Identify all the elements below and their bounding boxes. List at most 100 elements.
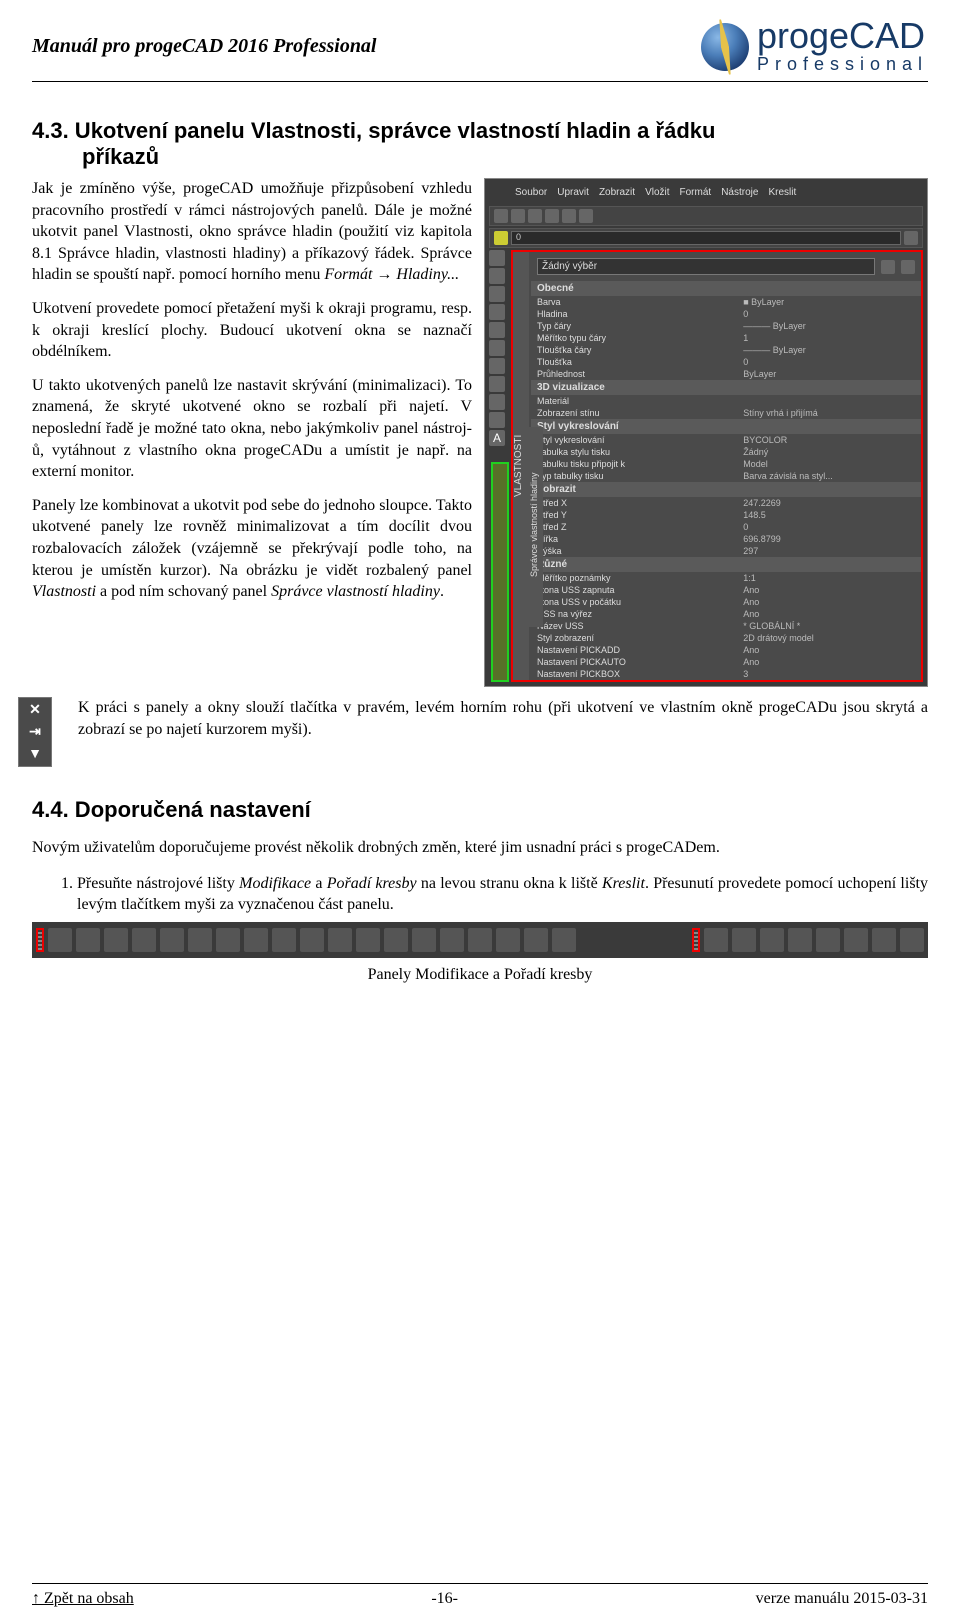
tb-icon[interactable] (76, 928, 100, 952)
page-header: Manuál pro progeCAD 2016 Professional pr… (32, 18, 928, 82)
prop-row[interactable]: Výška297 (531, 545, 921, 557)
tb-icon[interactable] (216, 928, 240, 952)
prop-btn-icon[interactable] (901, 260, 915, 274)
tb-icon[interactable] (732, 928, 756, 952)
prop-row-label: Měřítko typu čáry (537, 333, 743, 343)
tb-icon[interactable] (132, 928, 156, 952)
back-to-toc-link[interactable]: ↑ Zpět na obsah (32, 1590, 134, 1608)
menu-format[interactable]: Formát (680, 187, 712, 198)
prop-row[interactable]: Měřítko typu čáry1 (531, 332, 921, 344)
tb-icon[interactable] (300, 928, 324, 952)
li-44-1: Přesuňte nástrojové lišty Modifikace a P… (77, 873, 928, 916)
tool-icon[interactable] (489, 250, 505, 266)
tb-icon[interactable] (496, 928, 520, 952)
tb-icon[interactable] (788, 928, 812, 952)
toolbar-grip-highlighted[interactable] (36, 928, 44, 952)
toolbar-icon[interactable] (528, 209, 542, 223)
tb-icon[interactable] (900, 928, 924, 952)
tb-icon[interactable] (704, 928, 728, 952)
prop-row[interactable]: Ikona USS v počátkuAno (531, 596, 921, 608)
selection-dropdown[interactable]: Žádný výběr (537, 258, 875, 275)
layer-icon[interactable] (494, 231, 508, 245)
prop-row[interactable]: Styl vykreslováníBYCOLOR (531, 434, 921, 446)
toolbar-icon[interactable] (494, 209, 508, 223)
toolbar-icon[interactable] (511, 209, 525, 223)
tool-icon[interactable] (489, 268, 505, 284)
layer-dropdown[interactable]: 0 (511, 231, 901, 245)
tb-icon[interactable] (188, 928, 212, 952)
tb-icon[interactable] (160, 928, 184, 952)
tool-a-icon[interactable]: A (489, 430, 505, 446)
prop-row[interactable]: Měřítko poznámky1:1 (531, 572, 921, 584)
tool-icon[interactable] (489, 340, 505, 356)
prop-row[interactable]: Tabulka stylu tiskuŽádný (531, 446, 921, 458)
prop-row[interactable]: Typ tabulky tiskuBarva závislá na styl..… (531, 470, 921, 482)
tool-icon[interactable] (489, 412, 505, 428)
prop-row[interactable]: Nastavení PICKADDAno (531, 644, 921, 656)
mini-menu-icon[interactable]: ▼ (26, 746, 44, 764)
prop-row[interactable]: Střed Y148.5 (531, 509, 921, 521)
li-44-1-it3: Kreslit (602, 875, 645, 892)
prop-row[interactable]: Střed Z0 (531, 521, 921, 533)
tb-icon[interactable] (440, 928, 464, 952)
tb-icon[interactable] (412, 928, 436, 952)
prop-row[interactable]: PrůhlednostByLayer (531, 368, 921, 380)
tb-icon[interactable] (844, 928, 868, 952)
prop-row[interactable]: Název USS* GLOBÁLNÍ * (531, 620, 921, 632)
prop-row[interactable]: Tloušťka0 (531, 356, 921, 368)
tool-icon[interactable] (489, 304, 505, 320)
prop-row[interactable]: Tloušťka čáry——— ByLayer (531, 344, 921, 356)
prop-row[interactable]: Barva■ ByLayer (531, 296, 921, 308)
mini-close-icon[interactable]: ✕ (26, 702, 44, 720)
tb-icon[interactable] (272, 928, 296, 952)
tool-icon[interactable] (489, 286, 505, 302)
tb-icon[interactable] (552, 928, 576, 952)
tb-icon[interactable] (468, 928, 492, 952)
prop-row[interactable]: Styl zobrazení2D drátový model (531, 632, 921, 644)
menu-zobrazit[interactable]: Zobrazit (599, 187, 635, 198)
toolbar-icon[interactable] (562, 209, 576, 223)
tb-icon[interactable] (760, 928, 784, 952)
tb-icon[interactable] (328, 928, 352, 952)
tool-icon[interactable] (489, 358, 505, 374)
prop-row[interactable]: USS na výřezAno (531, 608, 921, 620)
prop-row[interactable]: Střed X247.2269 (531, 497, 921, 509)
tb-icon[interactable] (244, 928, 268, 952)
prop-row[interactable]: Zobrazení stínuStíny vrhá i přijímá (531, 407, 921, 419)
prop-btn-icon[interactable] (881, 260, 895, 274)
prop-row[interactable]: Materiál (531, 395, 921, 407)
tb-icon[interactable] (356, 928, 380, 952)
tb-icon[interactable] (104, 928, 128, 952)
vlastnosti-handle[interactable]: VLASTNOSTI (513, 252, 529, 680)
menu-soubor[interactable]: Soubor (515, 187, 547, 198)
tb-icon[interactable] (816, 928, 840, 952)
tb-icon[interactable] (524, 928, 548, 952)
spravce-handle[interactable]: Správce vlastností hladiny (529, 427, 543, 627)
prop-row[interactable]: Tabulku tisku připojit kModel (531, 458, 921, 470)
tb-icon[interactable] (48, 928, 72, 952)
prop-sections: ObecnéBarva■ ByLayerHladina0Typ čáry——— … (531, 281, 921, 680)
mini-pin-icon[interactable]: ⇥ (26, 724, 44, 742)
prop-row[interactable]: Nastavení PICKAUTOAno (531, 656, 921, 668)
tool-icon[interactable] (489, 394, 505, 410)
prop-row[interactable]: Šířka696.8799 (531, 533, 921, 545)
menu-kreslit[interactable]: Kreslit (768, 187, 796, 198)
prop-row[interactable]: Typ čáry——— ByLayer (531, 320, 921, 332)
tb-icon[interactable] (384, 928, 408, 952)
tb-icon[interactable] (872, 928, 896, 952)
prop-row[interactable]: Hladina0 (531, 308, 921, 320)
menu-vlozit[interactable]: Vložit (645, 187, 669, 198)
prop-row[interactable]: Nastavení PICKBOX3 (531, 668, 921, 680)
tool-icon[interactable] (489, 376, 505, 392)
toolbar-icon[interactable] (579, 209, 593, 223)
toolbar-icon[interactable] (904, 231, 918, 245)
prop-row-label: Materiál (537, 396, 743, 406)
toolbar-grip-highlighted-2[interactable] (692, 928, 700, 952)
li-44-1b: a (311, 875, 327, 892)
page-number: -16- (431, 1590, 458, 1608)
toolbar-icon[interactable] (545, 209, 559, 223)
prop-row[interactable]: Ikona USS zapnutaAno (531, 584, 921, 596)
menu-upravit[interactable]: Upravit (557, 187, 589, 198)
tool-icon[interactable] (489, 322, 505, 338)
menu-nastroje[interactable]: Nástroje (721, 187, 758, 198)
